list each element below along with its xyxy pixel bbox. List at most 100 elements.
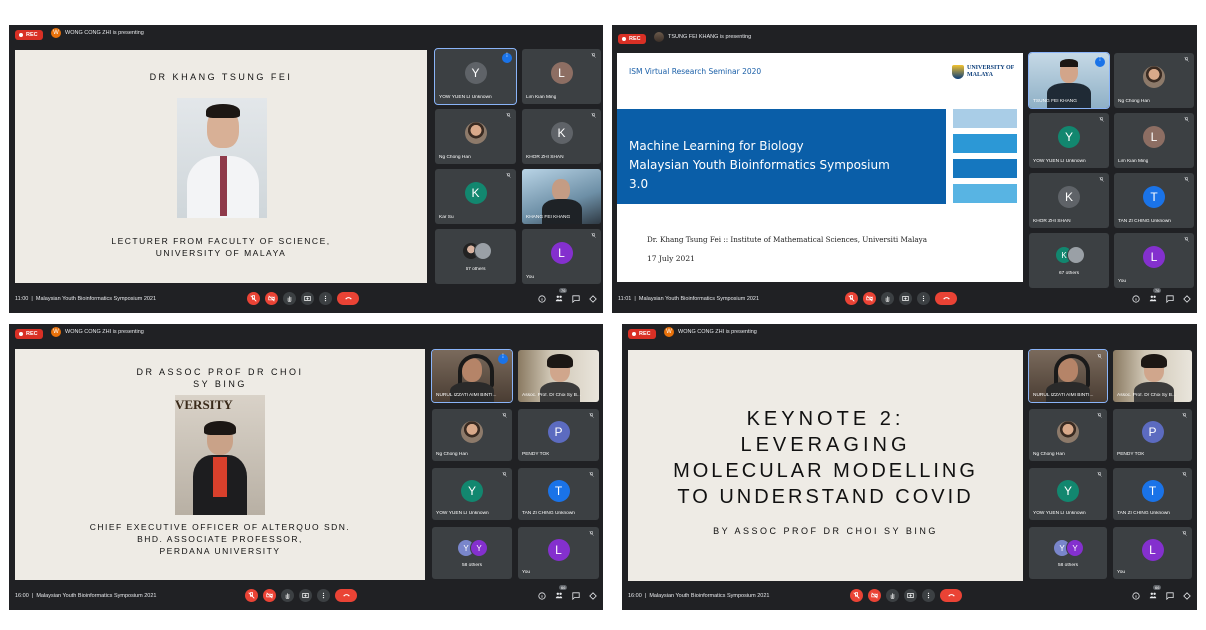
more-options-button[interactable]: [319, 292, 332, 305]
meeting-title: Malaysian Youth Bioinformatics Symposium…: [649, 593, 770, 599]
more-options-button[interactable]: [922, 589, 935, 602]
people-button[interactable]: 76: [1149, 288, 1162, 304]
participant-tile[interactable]: P PENDY TOK: [518, 409, 599, 461]
participant-name: You: [526, 275, 535, 280]
leave-call-button[interactable]: [337, 292, 359, 305]
mic-toggle-button[interactable]: [850, 589, 863, 602]
mic-toggle-button[interactable]: [845, 292, 858, 305]
activities-icon[interactable]: [1183, 295, 1191, 303]
others-tile[interactable]: 67 others: [435, 229, 516, 284]
presenting-label: WONG CONG ZHI is presenting: [65, 30, 144, 36]
mic-toggle-button[interactable]: [245, 589, 258, 602]
participant-tile[interactable]: T TAN ZI CHING Unknown: [1113, 468, 1192, 520]
participant-tile[interactable]: Ng Chong Han: [1029, 409, 1107, 461]
participant-tile[interactable]: ⁞ NURUL IZZATI AIMI BINTI...: [431, 349, 513, 403]
chat-icon[interactable]: [572, 592, 580, 600]
leave-call-button[interactable]: [940, 589, 962, 602]
mic-off-icon: [248, 592, 255, 599]
self-tile[interactable]: L You: [1113, 527, 1192, 579]
raise-hand-button[interactable]: [886, 589, 899, 602]
raise-hand-button[interactable]: [281, 589, 294, 602]
participant-tile[interactable]: K KHOR ZHI SHAN: [1029, 173, 1109, 228]
chat-icon[interactable]: [1166, 592, 1174, 600]
participant-tile[interactable]: T TAN ZI CHING Unknown: [1114, 173, 1194, 228]
participant-tile[interactable]: Y ⁞ YOW YUEN LI Unknown: [434, 48, 517, 105]
others-avatar: [474, 242, 492, 260]
slide-line-2: BHD. ASSOCIATE PROFESSOR,: [137, 534, 303, 544]
mic-off-icon: [250, 295, 257, 302]
participant-tile[interactable]: Ng Chong Han: [435, 109, 516, 164]
meeting-info: 16:00 | Malaysian Youth Bioinformatics S…: [15, 593, 157, 599]
present-button[interactable]: [301, 292, 314, 305]
camera-toggle-button[interactable]: [263, 589, 276, 602]
participant-tile[interactable]: KHANG FEI KHANG: [522, 169, 601, 224]
leave-call-button[interactable]: [335, 589, 357, 602]
others-tile[interactable]: Y Y 58 others: [1029, 527, 1107, 579]
participant-avatar: P: [547, 420, 570, 443]
participant-tile[interactable]: Ng Chong Han: [1114, 53, 1194, 108]
slide-title-3: 3.0: [629, 177, 649, 191]
info-icon[interactable]: [538, 592, 546, 600]
participant-name: KHOR ZHI SHAN: [526, 155, 564, 160]
participant-tile[interactable]: K Kar Su: [435, 169, 516, 224]
info-icon[interactable]: [538, 295, 546, 303]
more-vert-icon: [322, 592, 325, 599]
camera-toggle-button[interactable]: [868, 589, 881, 602]
present-button[interactable]: [299, 589, 312, 602]
raise-hand-button[interactable]: [283, 292, 296, 305]
hand-icon: [287, 296, 292, 302]
speaking-indicator-icon: ⁞: [1095, 57, 1105, 67]
camera-off-icon: [871, 592, 878, 599]
others-tile[interactable]: Y Y 58 others: [432, 527, 512, 579]
hand-icon: [890, 593, 895, 599]
participant-tile[interactable]: Y YOW YUEN LI Unknown: [1029, 468, 1107, 520]
participant-tile[interactable]: NURUL IZZATI AIMI BINTI...: [1028, 349, 1108, 403]
hang-up-icon: [942, 297, 950, 300]
self-tile[interactable]: L You: [518, 527, 599, 579]
self-tile[interactable]: L You: [1114, 233, 1194, 288]
present-button[interactable]: [904, 589, 917, 602]
participant-tile[interactable]: Ng Chong Han: [432, 409, 512, 461]
participant-tile[interactable]: L Lim Kian Ming: [522, 49, 601, 104]
mic-toggle-button[interactable]: [247, 292, 260, 305]
leave-call-button[interactable]: [935, 292, 957, 305]
camera-toggle-button[interactable]: [265, 292, 278, 305]
self-tile[interactable]: L You: [522, 229, 601, 284]
presenter-avatar: [654, 32, 664, 42]
others-tile[interactable]: K 67 others: [1029, 233, 1109, 288]
right-controls: 76: [1132, 288, 1191, 304]
chat-icon[interactable]: [1166, 295, 1174, 303]
present-icon: [902, 296, 909, 301]
participant-avatar: T: [547, 479, 570, 502]
chat-icon[interactable]: [572, 295, 580, 303]
participant-tile[interactable]: P PENDY TOK: [1113, 409, 1192, 461]
camera-toggle-button[interactable]: [863, 292, 876, 305]
participant-tile[interactable]: Y YOW YUEN LI Unknown: [432, 468, 512, 520]
participant-tile[interactable]: T TAN ZI CHING Unknown: [518, 468, 599, 520]
slide-date: 17 July 2021: [647, 254, 695, 263]
participant-tile[interactable]: L Lim Kian Ming: [1114, 113, 1194, 168]
present-button[interactable]: [899, 292, 912, 305]
people-icon: [1149, 592, 1157, 599]
people-button[interactable]: 76: [555, 288, 568, 304]
meeting-info: 16:00 | Malaysian Youth Bioinformatics S…: [628, 593, 770, 599]
participant-tile[interactable]: ⁞ TSUNG FEI KHANG: [1028, 52, 1110, 109]
more-options-button[interactable]: [917, 292, 930, 305]
participant-tile[interactable]: Assoc. Prof. Dr Choi Sy B...: [518, 350, 599, 402]
info-icon[interactable]: [1132, 295, 1140, 303]
activities-icon[interactable]: [589, 295, 597, 303]
more-options-button[interactable]: [317, 589, 330, 602]
people-button[interactable]: 66: [555, 585, 568, 601]
speaking-indicator-icon: ⁞: [502, 53, 512, 63]
info-icon[interactable]: [1132, 592, 1140, 600]
participant-tile[interactable]: Assoc. Prof. Dr Choi Sy B...: [1113, 350, 1192, 402]
raise-hand-button[interactable]: [881, 292, 894, 305]
activities-icon[interactable]: [589, 592, 597, 600]
hang-up-icon: [947, 594, 955, 597]
participant-tile[interactable]: K KHOR ZHI SHAN: [522, 109, 601, 164]
people-button[interactable]: 66: [1149, 585, 1162, 601]
activities-icon[interactable]: [1183, 592, 1191, 600]
people-count-badge: 66: [1153, 585, 1162, 590]
participant-tile[interactable]: Y YOW YUEN LI Unknown: [1029, 113, 1109, 168]
mic-off-icon: [1184, 237, 1189, 242]
